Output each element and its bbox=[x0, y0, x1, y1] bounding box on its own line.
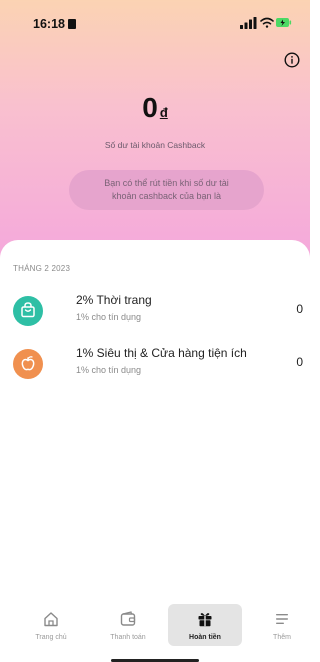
nav-tab-label: Thêm bbox=[273, 634, 291, 641]
category-icon-circle bbox=[13, 349, 43, 379]
category-value: 0 bbox=[296, 302, 303, 316]
category-row-fashion[interactable]: 2% Thời trang 1% cho tín dụng 0 bbox=[0, 290, 310, 334]
nav-tab-home[interactable]: Trang chủ bbox=[25, 604, 77, 646]
category-value: 0 bbox=[296, 355, 303, 369]
wallet-icon bbox=[120, 611, 136, 626]
category-subtitle: 1% cho tín dụng bbox=[76, 312, 142, 322]
status-bar: 16:18 bbox=[0, 14, 310, 34]
category-title: 2% Thời trang bbox=[76, 293, 152, 307]
nav-tab-label: Trang chủ bbox=[35, 634, 67, 641]
status-time: 16:18 bbox=[33, 17, 76, 31]
balance-label: Số dư tài khoản Cashback bbox=[104, 140, 206, 150]
wifi-icon bbox=[260, 17, 274, 28]
signal-icon bbox=[240, 17, 257, 29]
bottom-nav: Trang chủ Thanh toán Hoàn tiền Thêm bbox=[0, 604, 310, 646]
status-time-text: 16:18 bbox=[33, 17, 65, 31]
balance-currency: đ bbox=[159, 105, 168, 120]
nav-tab-label: Thanh toán bbox=[110, 634, 146, 641]
nav-tab-payment[interactable]: Thanh toán bbox=[102, 604, 154, 646]
balance-amount: 0 bbox=[142, 92, 158, 123]
withdraw-note-line-2: khoản cashback của bạn là bbox=[111, 191, 222, 201]
battery-icon bbox=[276, 18, 292, 27]
shopping-bag-icon bbox=[21, 302, 35, 318]
apple-icon bbox=[21, 356, 35, 371]
category-row-grocery[interactable]: 1% Siêu thị & Cửa hàng tiện ích 1% cho t… bbox=[0, 343, 310, 387]
home-icon bbox=[44, 612, 58, 627]
gift-icon bbox=[198, 613, 212, 627]
category-title: 1% Siêu thị & Cửa hàng tiện ích bbox=[76, 346, 247, 360]
withdraw-note-line-1: Bạn có thể rút tiền khi số dư tài bbox=[104, 178, 229, 188]
withdraw-note: Bạn có thể rút tiền khi số dư tài khoản … bbox=[69, 170, 264, 210]
cashback-header bbox=[0, 0, 310, 268]
category-subtitle: 1% cho tín dụng bbox=[76, 365, 142, 375]
info-icon[interactable] bbox=[284, 52, 300, 68]
nav-tab-cashback[interactable]: Hoàn tiền bbox=[168, 604, 242, 646]
sim-icon bbox=[67, 19, 76, 29]
nav-tab-label: Hoàn tiền bbox=[189, 634, 221, 641]
balance-display: 0đ bbox=[0, 92, 310, 124]
month-header: THÁNG 2 2023 bbox=[13, 264, 71, 273]
category-icon-circle bbox=[13, 296, 43, 326]
nav-tab-more[interactable]: Thêm bbox=[256, 604, 308, 646]
system-icons bbox=[240, 17, 292, 29]
menu-icon bbox=[276, 614, 288, 624]
